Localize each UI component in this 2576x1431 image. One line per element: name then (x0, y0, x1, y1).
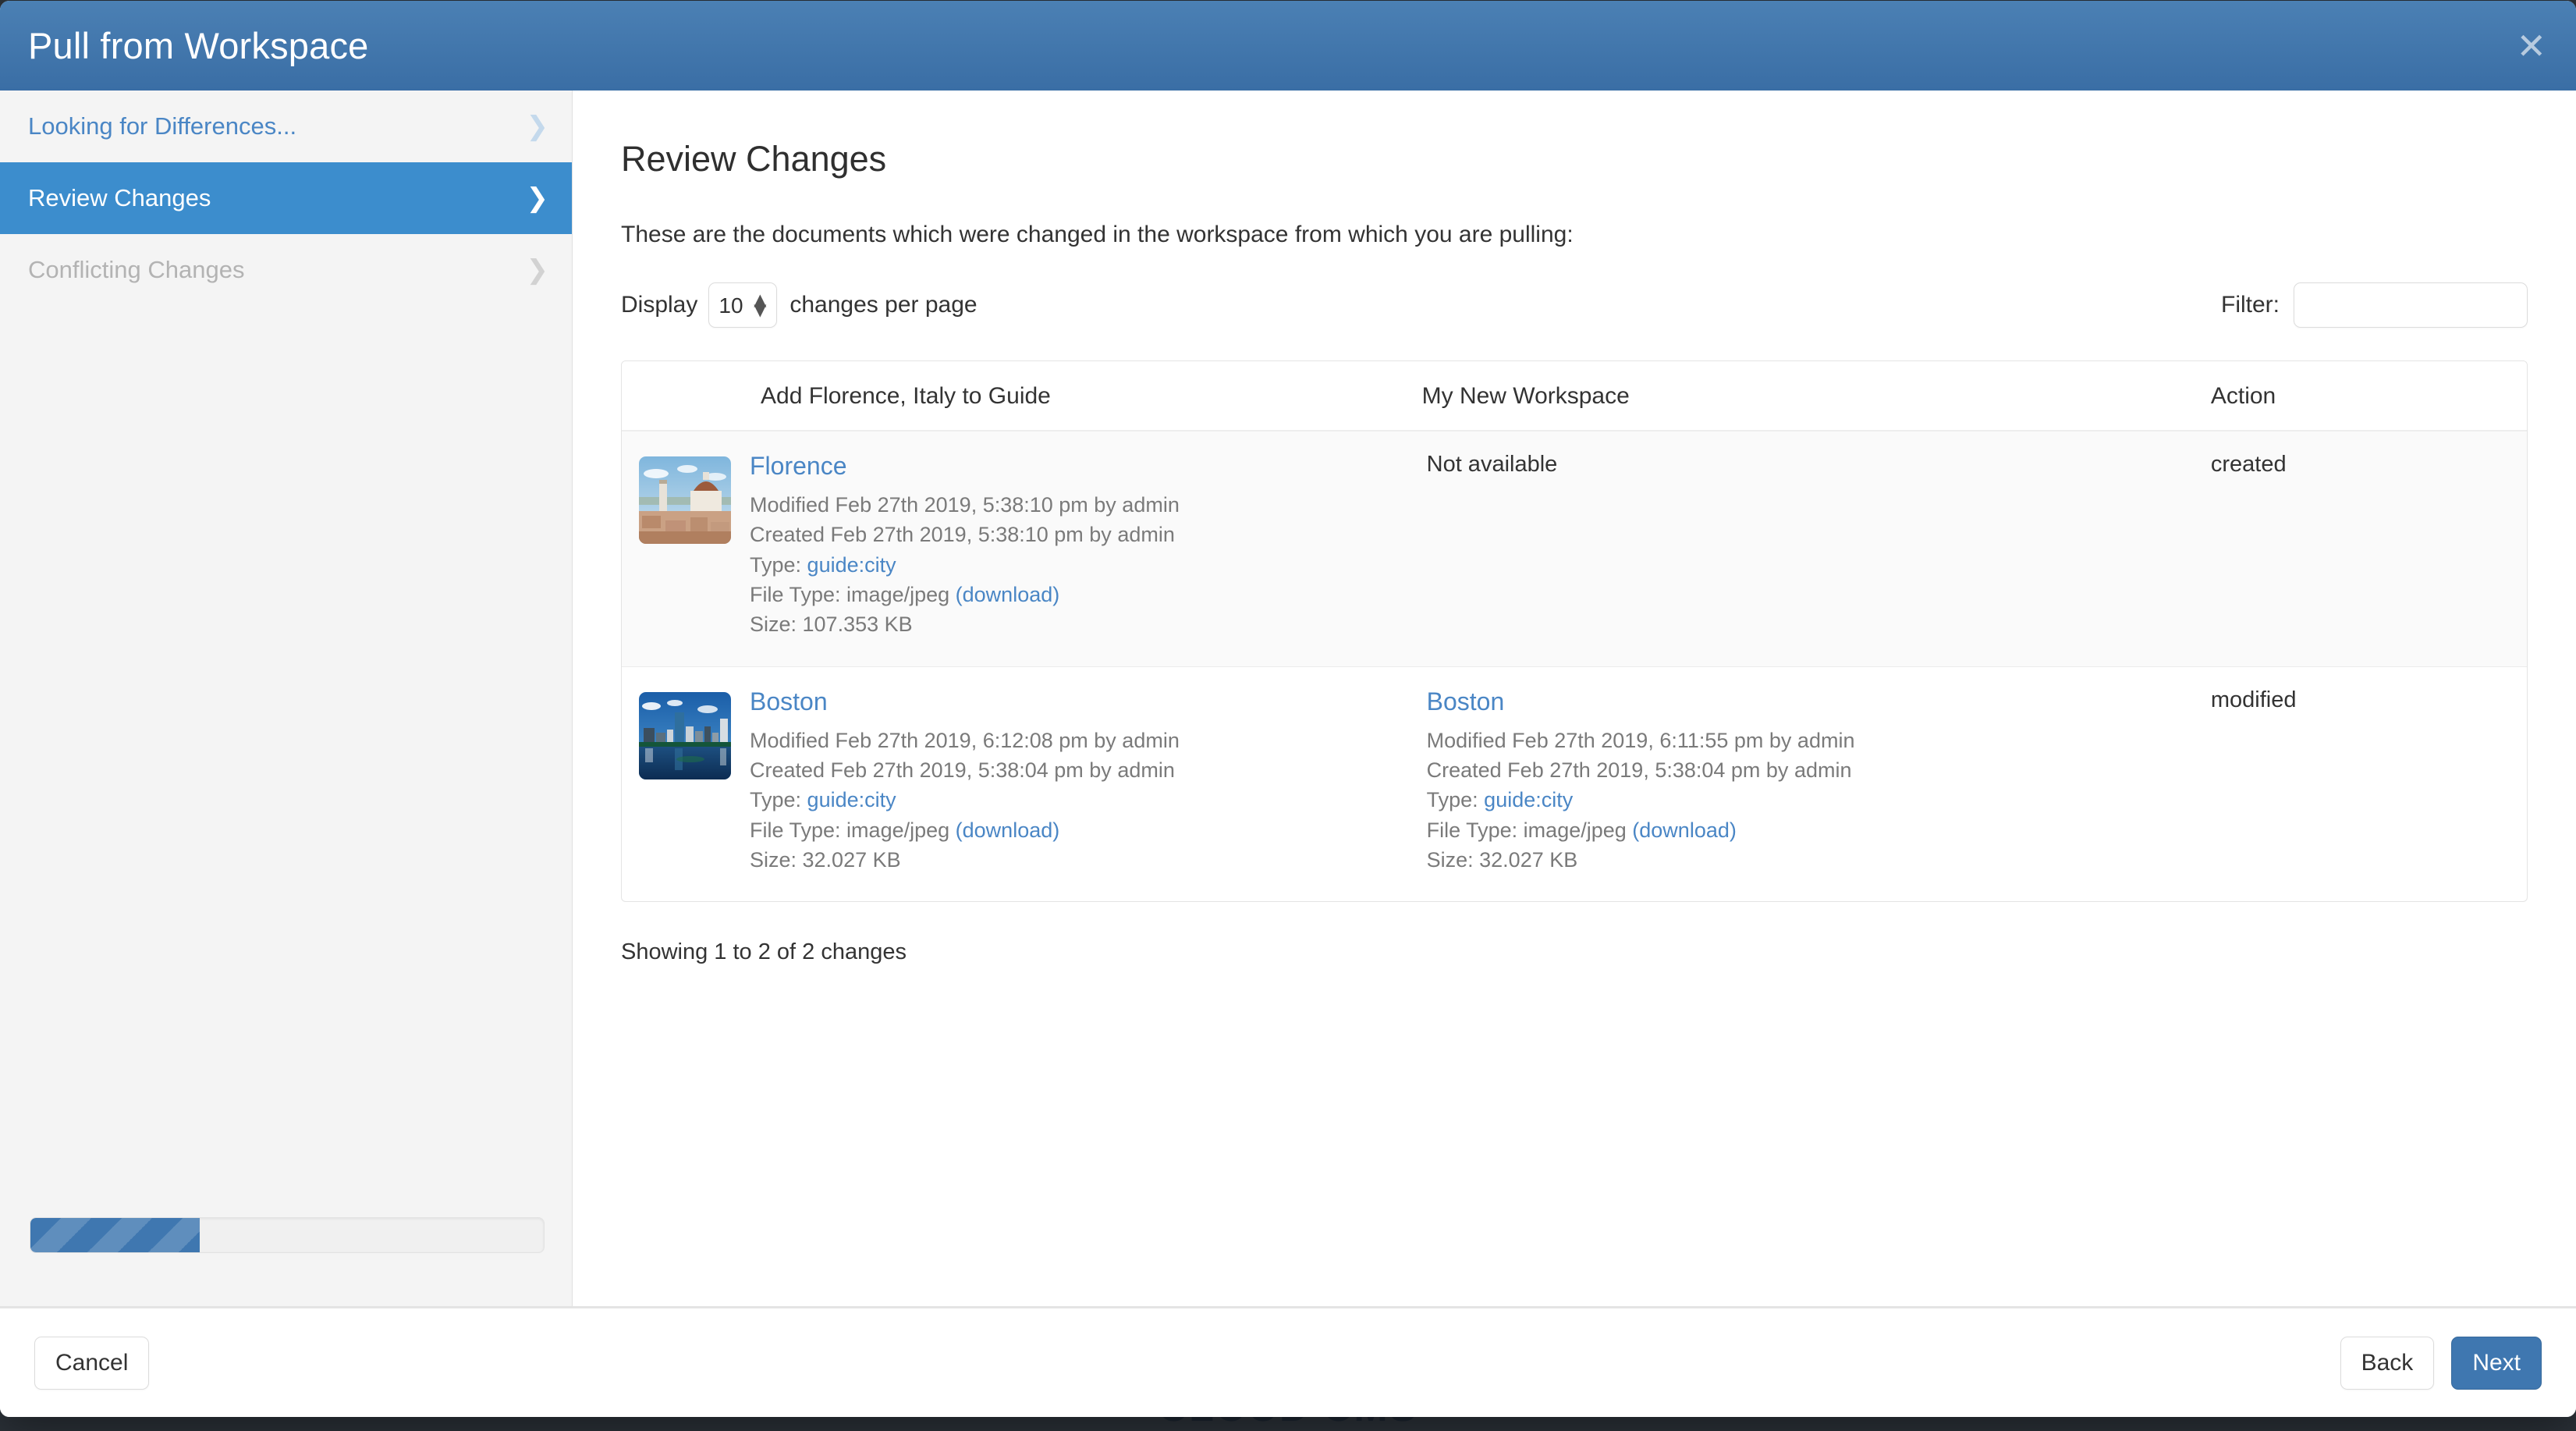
modified-line: Modified Feb 27th 2019, 6:12:08 pm by ad… (750, 726, 1422, 755)
file-type-line: File Type: image/jpeg (download) (750, 815, 1422, 845)
modified-line: Modified Feb 27th 2019, 6:11:55 pm by ad… (1427, 726, 2203, 755)
created-line: Created Feb 27th 2019, 5:38:04 pm by adm… (750, 755, 1422, 785)
page-description: These are the documents which were chang… (621, 222, 2528, 248)
sidebar-item-review-changes[interactable]: Review Changes ❯ (0, 162, 572, 234)
showing-entries-label: Showing 1 to 2 of 2 changes (621, 939, 2528, 965)
dialog-body: Looking for Differences... ❯ Review Chan… (0, 91, 2576, 1308)
close-icon[interactable]: ✕ (2516, 28, 2546, 64)
download-link[interactable]: (download) (956, 818, 1060, 842)
wizard-progress-fill (30, 1218, 200, 1252)
per-page-select[interactable]: 102550100 (708, 282, 777, 328)
download-link[interactable]: (download) (956, 583, 1060, 606)
workspace-cell: Boston Modified Feb 27th 2019, 6:11:55 p… (1422, 667, 2203, 902)
type-line: Type: guide:city (750, 550, 1422, 580)
changes-table: Add Florence, Italy to Guide My New Work… (621, 360, 2528, 902)
not-available-label: Not available (1427, 452, 2203, 478)
filter-input[interactable] (2294, 282, 2528, 328)
table-row: Florence Modified Feb 27th 2019, 5:38:10… (622, 431, 2527, 667)
filter-label: Filter: (2221, 292, 2280, 318)
type-value-link[interactable]: guide:city (807, 553, 896, 577)
file-type-line: File Type: image/jpeg (download) (1427, 815, 2203, 845)
document-title-link[interactable]: Boston (750, 687, 828, 716)
table-row: Boston Modified Feb 27th 2019, 6:12:08 p… (622, 667, 2527, 902)
size-line: Size: 32.027 KB (1427, 845, 2203, 875)
changes-per-page-label: changes per page (789, 292, 977, 318)
chevron-right-icon: ❯ (527, 113, 549, 140)
download-link[interactable]: (download) (1632, 818, 1737, 842)
workspace-cell: Not available (1422, 431, 2203, 667)
footer-right-buttons: Back Next (2340, 1337, 2542, 1390)
page-title: Review Changes (621, 139, 2528, 179)
back-button[interactable]: Back (2340, 1337, 2435, 1390)
chevron-right-icon: ❯ (527, 185, 549, 211)
file-type-label: File Type: image/jpeg (1427, 818, 1633, 842)
size-line: Size: 107.353 KB (750, 609, 1422, 639)
type-label: Type: (1427, 788, 1485, 811)
column-header-document: Add Florence, Italy to Guide (622, 361, 1422, 431)
boston-thumbnail (639, 692, 731, 779)
dialog-header: Pull from Workspace ✕ (0, 1, 2576, 91)
file-type-line: File Type: image/jpeg (download) (750, 580, 1422, 609)
next-button[interactable]: Next (2451, 1337, 2542, 1390)
review-changes-panel: Review Changes These are the documents w… (573, 91, 2576, 1306)
sidebar-item-looking-for-differences[interactable]: Looking for Differences... ❯ (0, 91, 572, 162)
type-label: Type: (750, 553, 807, 577)
type-label: Type: (750, 788, 807, 811)
column-header-action: Action (2203, 361, 2527, 431)
file-type-label: File Type: image/jpeg (750, 818, 956, 842)
per-page-select-wrapper: 102550100 ▲▼ (708, 282, 777, 328)
size-line: Size: 32.027 KB (750, 845, 1422, 875)
wizard-sidebar: Looking for Differences... ❯ Review Chan… (0, 91, 573, 1306)
document-cell: Florence Modified Feb 27th 2019, 5:38:10… (622, 431, 1422, 667)
chevron-right-icon: ❯ (527, 257, 549, 283)
sidebar-item-label: Looking for Differences... (28, 112, 527, 140)
file-type-label: File Type: image/jpeg (750, 583, 956, 606)
dialog-footer: Cancel Back Next (0, 1308, 2576, 1417)
column-header-workspace: My New Workspace (1422, 361, 2203, 431)
document-title-link[interactable]: Boston (1427, 687, 1505, 716)
florence-thumbnail (639, 456, 731, 544)
action-cell: created (2203, 431, 2527, 667)
wizard-progress-bar (30, 1217, 545, 1253)
action-label: created (2203, 452, 2527, 478)
cancel-button[interactable]: Cancel (34, 1337, 149, 1390)
modified-line: Modified Feb 27th 2019, 5:38:10 pm by ad… (750, 490, 1422, 520)
sidebar-item-conflicting-changes[interactable]: Conflicting Changes ❯ (0, 234, 572, 306)
type-value-link[interactable]: guide:city (807, 788, 896, 811)
table-header-row: Add Florence, Italy to Guide My New Work… (622, 361, 2527, 431)
action-label: modified (2203, 687, 2527, 713)
sidebar-item-label: Review Changes (28, 184, 527, 212)
pull-from-workspace-dialog: Pull from Workspace ✕ Looking for Differ… (0, 1, 2576, 1417)
created-line: Created Feb 27th 2019, 5:38:04 pm by adm… (1427, 755, 2203, 785)
changes-table-body: Florence Modified Feb 27th 2019, 5:38:10… (622, 431, 2527, 901)
display-label: Display (621, 292, 697, 318)
dialog-title: Pull from Workspace (28, 24, 369, 67)
type-value-link[interactable]: guide:city (1484, 788, 1573, 811)
document-cell: Boston Modified Feb 27th 2019, 6:12:08 p… (622, 667, 1422, 902)
filter-group: Filter: (2221, 282, 2528, 328)
table-controls: Display 102550100 ▲▼ changes per page Fi… (621, 282, 2528, 328)
created-line: Created Feb 27th 2019, 5:38:10 pm by adm… (750, 520, 1422, 549)
type-line: Type: guide:city (750, 785, 1422, 815)
document-title-link[interactable]: Florence (750, 452, 847, 481)
sidebar-item-label: Conflicting Changes (28, 256, 527, 284)
action-cell: modified (2203, 667, 2527, 902)
type-line: Type: guide:city (1427, 785, 2203, 815)
changes-table-head: Add Florence, Italy to Guide My New Work… (622, 361, 2527, 431)
